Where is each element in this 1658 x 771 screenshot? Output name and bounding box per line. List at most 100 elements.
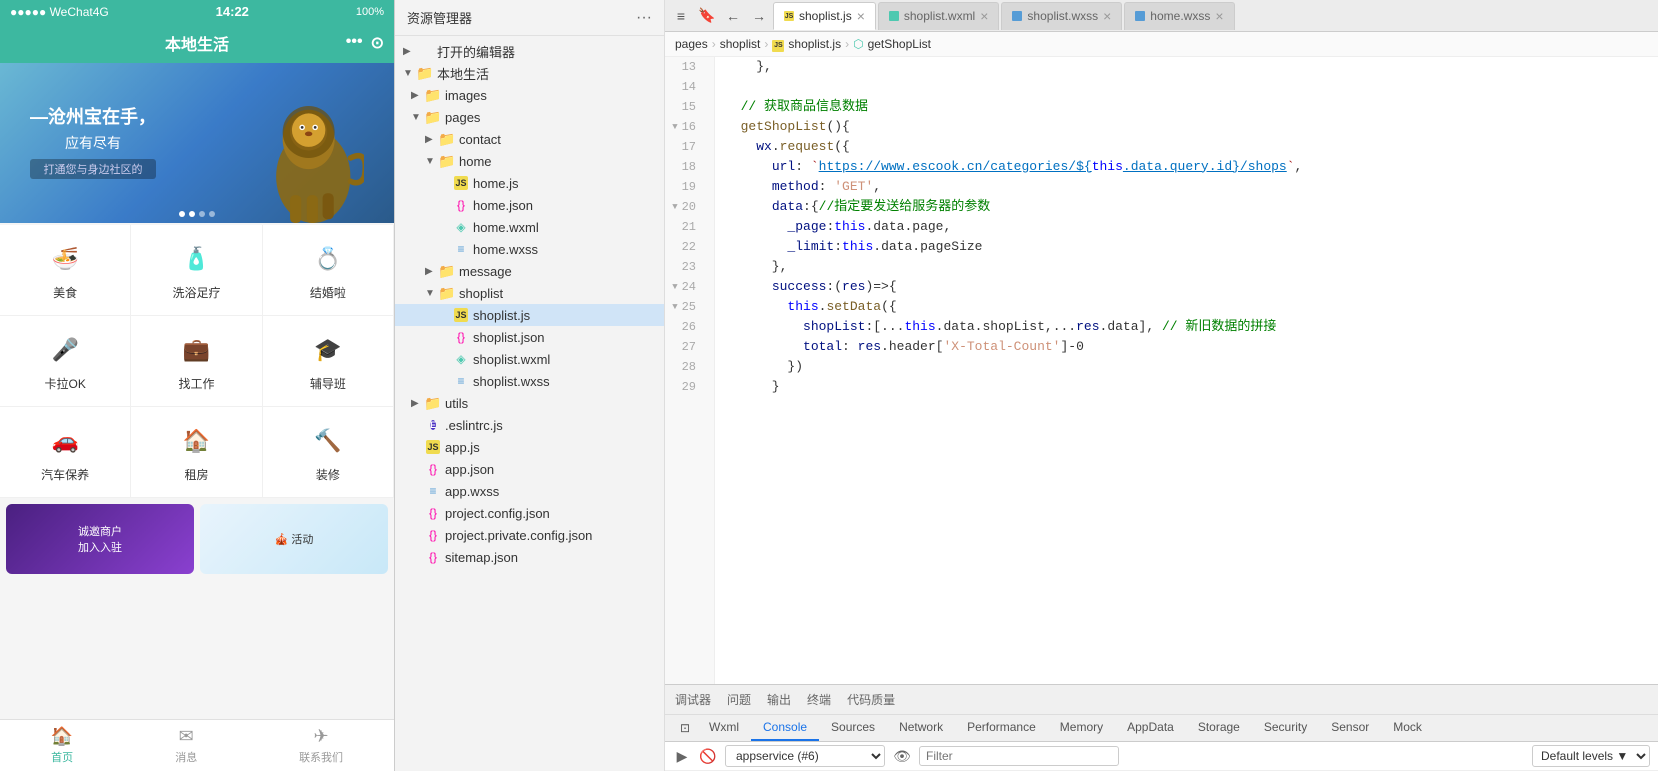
tree-message[interactable]: ▶ 📁 message <box>395 260 664 282</box>
grid-item-car[interactable]: 🚗 汽车保养 <box>0 407 131 498</box>
tree-contact[interactable]: ▶ 📁 contact <box>395 128 664 150</box>
console-filter-input[interactable] <box>919 746 1119 766</box>
tab-shoplist-js-label: shoplist.js <box>799 9 852 23</box>
tree-sitemap[interactable]: {} sitemap.json <box>395 546 664 568</box>
devtools-block-btn[interactable]: 🚫 <box>699 747 717 765</box>
tree-home-wxss[interactable]: ≡ home.wxss <box>395 238 664 260</box>
console-top-tab-issues[interactable]: 问题 <box>727 689 751 710</box>
tree-home-js[interactable]: JS home.js <box>395 172 664 194</box>
message-nav-icon: ✉ <box>179 726 194 747</box>
devtools-tab-appdata[interactable]: AppData <box>1115 715 1186 741</box>
ln-15: 15 <box>665 97 704 117</box>
mini-banner-1[interactable]: 诚邀商户加入入驻 <box>6 504 194 574</box>
grid-item-rent[interactable]: 🏠 租房 <box>131 407 262 498</box>
ln-18: 18 <box>665 157 704 177</box>
tab-shoplist-js[interactable]: JS shoplist.js × <box>773 2 876 30</box>
more-icon[interactable]: ••• <box>346 33 363 53</box>
tree-project-private[interactable]: {} project.private.config.json <box>395 524 664 546</box>
mini-banner-2[interactable]: 🎪 活动 <box>200 504 388 574</box>
code-line-19: method: 'GET', <box>725 177 1658 197</box>
phone-title-actions[interactable]: ••• ⊙ <box>346 33 384 53</box>
shoplist-wxss-label: shoplist.wxss <box>473 374 550 389</box>
grid-item-meishi[interactable]: 🍜 美食 <box>0 225 131 316</box>
tab-close-shoplist-js[interactable]: × <box>857 8 865 24</box>
tree-home-wxml[interactable]: ◈ home.wxml <box>395 216 664 238</box>
tab-home-wxss-label: home.wxss <box>1150 9 1210 23</box>
tab-home-wxss[interactable]: home.wxss × <box>1124 2 1234 30</box>
contact-icon: 📁 <box>439 131 455 147</box>
tab-close-shoplist-wxml[interactable]: × <box>980 8 988 24</box>
ln-20-arrow: ▼ <box>672 197 677 217</box>
tree-shoplist-folder[interactable]: ▼ 📁 shoplist <box>395 282 664 304</box>
tree-app-json[interactable]: {} app.json <box>395 458 664 480</box>
devtools-tab-network[interactable]: Network <box>887 715 955 741</box>
breadcrumb-pages[interactable]: pages <box>675 37 708 51</box>
contact-nav-label: 联系我们 <box>299 749 343 765</box>
phone-nav: 🏠 首页 ✉ 消息 ✈ 联系我们 <box>0 719 394 771</box>
tab-shoplist-wxss[interactable]: shoplist.wxss × <box>1001 2 1122 30</box>
devtools-tab-security[interactable]: Security <box>1252 715 1319 741</box>
forward-btn[interactable]: → <box>747 4 771 28</box>
devtools-tab-wxml[interactable]: Wxml <box>697 715 751 741</box>
tab-close-shoplist-wxss[interactable]: × <box>1103 8 1111 24</box>
camera-icon[interactable]: ⊙ <box>371 33 384 53</box>
tree-shoplist-json[interactable]: {} shoplist.json <box>395 326 664 348</box>
hamburger-btn[interactable]: ≡ <box>669 4 693 28</box>
devtools-tab-console[interactable]: Console <box>751 715 819 741</box>
tab-shoplist-wxml[interactable]: shoplist.wxml × <box>878 2 1000 30</box>
devtools-tab-performance[interactable]: Performance <box>955 715 1048 741</box>
console-top-tab-debugger[interactable]: 调试器 <box>675 689 711 710</box>
grid-item-xiyuzu[interactable]: 🧴 洗浴足疗 <box>131 225 262 316</box>
tree-shoplist-js[interactable]: JS shoplist.js <box>395 304 664 326</box>
tree-shoplist-wxss[interactable]: ≡ shoplist.wxss <box>395 370 664 392</box>
console-top-tab-terminal[interactable]: 终端 <box>807 689 831 710</box>
devtools-tab-storage[interactable]: Storage <box>1186 715 1252 741</box>
tree-home-json[interactable]: {} home.json <box>395 194 664 216</box>
tab-close-home-wxss[interactable]: × <box>1215 8 1223 24</box>
tree-eslint[interactable]: E .eslintrc.js <box>395 414 664 436</box>
tree-pages[interactable]: ▼ 📁 pages <box>395 106 664 128</box>
back-btn[interactable]: ← <box>721 4 745 28</box>
grid-item-karaoke[interactable]: 🎤 卡拉OK <box>0 316 131 407</box>
code-area[interactable]: }, // 获取商品信息数据 getShopList(){ wx.request… <box>715 57 1658 685</box>
tree-shoplist-wxml[interactable]: ◈ shoplist.wxml <box>395 348 664 370</box>
console-levels-select[interactable]: Default levels ▼ <box>1532 745 1650 767</box>
ln-29: 29 <box>665 377 704 397</box>
breadcrumb-getshoplist[interactable]: getShopList <box>868 37 931 51</box>
home-folder-icon: 📁 <box>439 153 455 169</box>
bookmark-btn[interactable]: 🔖 <box>695 4 719 28</box>
service-select[interactable]: appservice (#6) <box>725 745 885 767</box>
nav-item-message[interactable]: ✉ 消息 <box>175 726 197 765</box>
tree-app-js[interactable]: JS app.js <box>395 436 664 458</box>
tree-images[interactable]: ▶ 📁 images <box>395 84 664 106</box>
nav-item-contact[interactable]: ✈ 联系我们 <box>299 726 343 765</box>
home-folder-arrow: ▼ <box>425 156 439 167</box>
grid-item-job[interactable]: 💼 找工作 <box>131 316 262 407</box>
breadcrumb-shoplist[interactable]: shoplist <box>720 37 761 51</box>
console-top-tab-output[interactable]: 输出 <box>767 689 791 710</box>
grid-item-tutoring[interactable]: 🎓 辅导班 <box>263 316 394 407</box>
grid-item-decoration[interactable]: 🔨 装修 <box>263 407 394 498</box>
devtools-tab-sources[interactable]: Sources <box>819 715 887 741</box>
devtools-play-btn[interactable]: ▶ <box>673 747 691 765</box>
devtools-eye-btn[interactable]: 👁 <box>893 747 911 765</box>
devtools-cursor-btn[interactable]: ⊡ <box>673 716 697 740</box>
file-explorer-actions[interactable]: ··· <box>636 9 652 27</box>
mini-banner-1-text: 诚邀商户加入入驻 <box>74 519 126 559</box>
tree-home-folder[interactable]: ▼ 📁 home <box>395 150 664 172</box>
phone-status-bar: ●●●●● WeChat4G 14:22 100% <box>0 0 394 23</box>
tree-project-config[interactable]: {} project.config.json <box>395 502 664 524</box>
nav-item-home[interactable]: 🏠 首页 <box>51 726 73 765</box>
devtools-tab-mock[interactable]: Mock <box>1381 715 1434 741</box>
breadcrumb-shoplist-js[interactable]: shoplist.js <box>788 37 841 51</box>
tree-utils[interactable]: ▶ 📁 utils <box>395 392 664 414</box>
devtools-tab-sensor[interactable]: Sensor <box>1319 715 1381 741</box>
grid-item-jiehun[interactable]: 💍 结婚啦 <box>263 225 394 316</box>
tree-open-editors[interactable]: ▶ 打开的编辑器 <box>395 40 664 62</box>
home-wxml-icon: ◈ <box>453 219 469 235</box>
tree-app-wxss[interactable]: ≡ app.wxss <box>395 480 664 502</box>
devtools-tab-memory[interactable]: Memory <box>1048 715 1115 741</box>
line-numbers: 13 14 15 ▼ 16 17 18 19 ▼ 20 21 22 23 ▼ 2… <box>665 57 715 685</box>
console-top-tab-quality[interactable]: 代码质量 <box>847 689 895 710</box>
tree-project-root[interactable]: ▼ 📁 本地生活 <box>395 62 664 84</box>
